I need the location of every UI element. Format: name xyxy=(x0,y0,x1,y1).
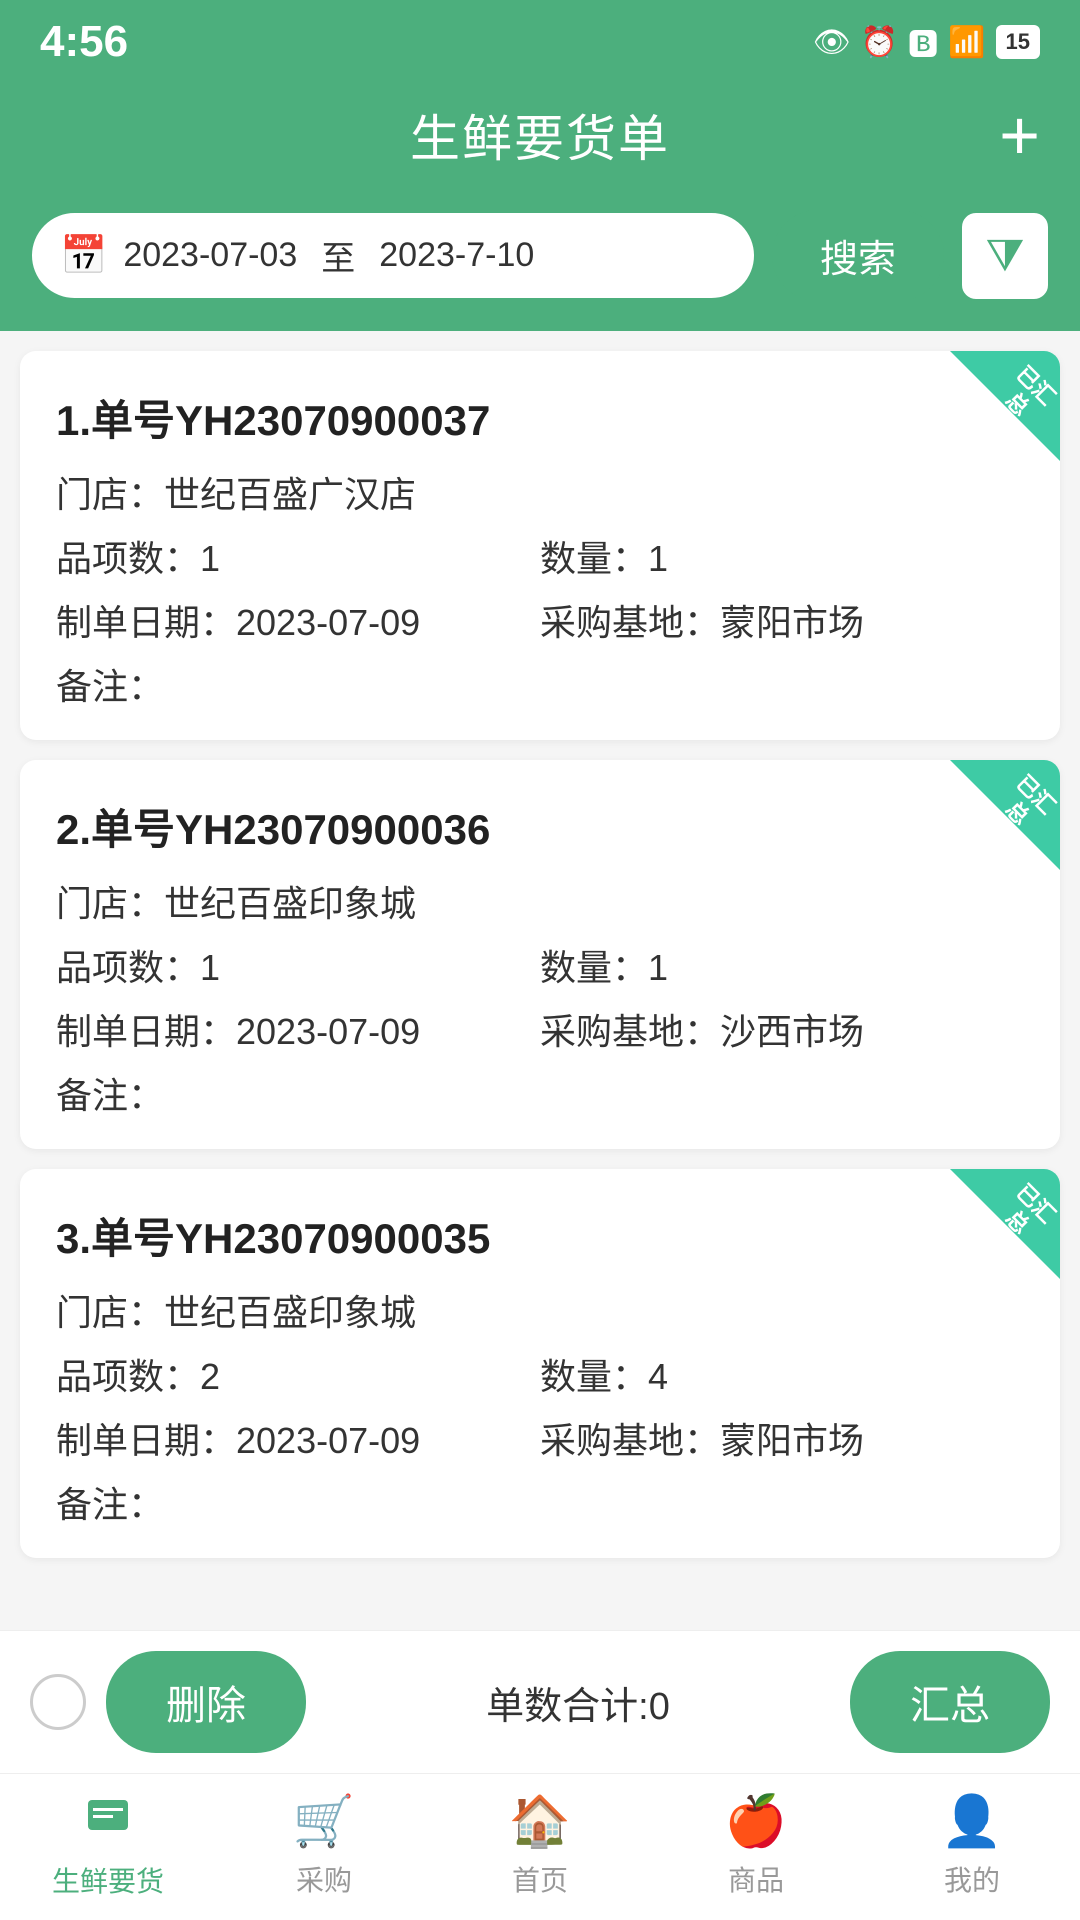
date-2: 制单日期：2023-07-09 xyxy=(56,1003,540,1055)
note-row-3: 备注： xyxy=(56,1476,1024,1528)
badge-text-2: 已汇总 xyxy=(986,765,1060,845)
date-1: 制单日期：2023-07-09 xyxy=(56,594,540,646)
status-bar: 4:56 👁 ⏰ 🅱 📶 15 xyxy=(0,0,1080,80)
store-label-3: 门店： xyxy=(56,1284,164,1336)
store-value-2: 世纪百盛印象城 xyxy=(164,875,416,927)
item-count-1: 品项数：1 xyxy=(56,530,540,582)
bottom-bar: 删除 单数合计:0 汇总 生鲜要货 🛒 采购 🏠 首页 xyxy=(0,1630,1080,1920)
store-value-3: 世纪百盛印象城 xyxy=(164,1284,416,1336)
date-3: 制单日期：2023-07-09 xyxy=(56,1412,540,1464)
tab-goods[interactable]: 🍎 商品 xyxy=(648,1792,864,1899)
order-number-1: 1.单号YH23070900037 xyxy=(56,387,1024,448)
date-separator: 至 xyxy=(321,231,355,280)
battery-indicator: 15 xyxy=(996,25,1040,59)
store-row-1: 门店： 世纪百盛广汉店 xyxy=(56,466,1024,518)
order-card-1[interactable]: 已汇总 1.单号YH23070900037 门店： 世纪百盛广汉店 品项数：1 … xyxy=(20,351,1060,740)
tab-fresh-label: 生鲜要货 xyxy=(52,1860,164,1900)
badge-text-1: 已汇总 xyxy=(986,356,1060,436)
status-icons: 👁 ⏰ 🅱 📶 15 xyxy=(813,20,1040,64)
tab-purchase[interactable]: 🛒 采购 xyxy=(216,1792,432,1899)
bluetooth-icon: 🅱 xyxy=(908,20,938,64)
filter-icon: ⧩ xyxy=(985,231,1024,281)
tab-goods-label: 商品 xyxy=(728,1859,784,1899)
summary-button[interactable]: 汇总 xyxy=(850,1651,1050,1753)
base-1: 采购基地：蒙阳市场 xyxy=(540,594,1024,646)
signal-icon: 📶 xyxy=(948,25,985,60)
order-list: 已汇总 1.单号YH23070900037 门店： 世纪百盛广汉店 品项数：1 … xyxy=(0,331,1080,1758)
eye-icon: 👁 xyxy=(813,25,851,60)
base-3: 采购基地：蒙阳市场 xyxy=(540,1412,1024,1464)
count-qty-row-1: 品项数：1 数量：1 xyxy=(56,530,1024,582)
store-row-2: 门店： 世纪百盛印象城 xyxy=(56,875,1024,927)
fresh-icon xyxy=(83,1790,133,1852)
order-card-3[interactable]: 已汇总 3.单号YH23070900035 门店： 世纪百盛印象城 品项数：2 … xyxy=(20,1169,1060,1558)
add-button[interactable]: + xyxy=(999,100,1040,170)
tab-home-label: 首页 xyxy=(512,1859,568,1899)
tab-mine-label: 我的 xyxy=(944,1859,1000,1899)
item-count-2: 品项数：1 xyxy=(56,939,540,991)
item-count-3: 品项数：2 xyxy=(56,1348,540,1400)
order-number-2: 2.单号YH23070900036 xyxy=(56,796,1024,857)
badge-3: 已汇总 xyxy=(950,1169,1060,1279)
date-base-row-3: 制单日期：2023-07-09 采购基地：蒙阳市场 xyxy=(56,1412,1024,1464)
goods-icon: 🍎 xyxy=(725,1792,787,1851)
store-value-1: 世纪百盛广汉店 xyxy=(164,466,416,518)
date-to: 2023-7-10 xyxy=(379,236,534,275)
date-base-row-1: 制单日期：2023-07-09 采购基地：蒙阳市场 xyxy=(56,594,1024,646)
tab-fresh[interactable]: 生鲜要货 xyxy=(0,1790,216,1900)
delete-button[interactable]: 删除 xyxy=(106,1651,306,1753)
select-all-checkbox[interactable] xyxy=(30,1674,86,1730)
quantity-1: 数量：1 xyxy=(540,530,1024,582)
count-qty-row-3: 品项数：2 数量：4 xyxy=(56,1348,1024,1400)
store-label-1: 门店： xyxy=(56,466,164,518)
mine-icon: 👤 xyxy=(941,1792,1003,1851)
calendar-icon: 📅 xyxy=(60,234,107,278)
header: 生鲜要货单 + xyxy=(0,80,1080,190)
search-button[interactable]: 搜索 xyxy=(772,210,944,301)
status-time: 4:56 xyxy=(40,17,128,67)
tab-mine[interactable]: 👤 我的 xyxy=(864,1792,1080,1899)
base-2: 采购基地：沙西市场 xyxy=(540,1003,1024,1055)
badge-text-3: 已汇总 xyxy=(986,1174,1060,1254)
action-bar: 删除 单数合计:0 汇总 xyxy=(0,1630,1080,1773)
note-row-1: 备注： xyxy=(56,658,1024,710)
count-qty-row-2: 品项数：1 数量：1 xyxy=(56,939,1024,991)
date-base-row-2: 制单日期：2023-07-09 采购基地：沙西市场 xyxy=(56,1003,1024,1055)
date-from: 2023-07-03 xyxy=(123,236,297,275)
tab-home[interactable]: 🏠 首页 xyxy=(432,1792,648,1899)
tab-purchase-label: 采购 xyxy=(296,1859,352,1899)
note-row-2: 备注： xyxy=(56,1067,1024,1119)
purchase-icon: 🛒 xyxy=(293,1792,355,1851)
store-label-2: 门店： xyxy=(56,875,164,927)
filter-button[interactable]: ⧩ xyxy=(960,211,1050,301)
order-card-2[interactable]: 已汇总 2.单号YH23070900036 门店： 世纪百盛印象城 品项数：1 … xyxy=(20,760,1060,1149)
order-number-3: 3.单号YH23070900035 xyxy=(56,1205,1024,1266)
store-row-3: 门店： 世纪百盛印象城 xyxy=(56,1284,1024,1336)
search-bar: 📅 2023-07-03 至 2023-7-10 搜索 ⧩ xyxy=(0,190,1080,331)
badge-2: 已汇总 xyxy=(950,760,1060,870)
tab-bar: 生鲜要货 🛒 采购 🏠 首页 🍎 商品 👤 我的 xyxy=(0,1773,1080,1920)
alarm-icon: ⏰ xyxy=(861,25,898,60)
quantity-3: 数量：4 xyxy=(540,1348,1024,1400)
home-icon: 🏠 xyxy=(509,1792,571,1851)
page-title: 生鲜要货单 xyxy=(410,99,670,171)
order-total: 单数合计:0 xyxy=(326,1675,830,1730)
badge-1: 已汇总 xyxy=(950,351,1060,461)
date-range-box[interactable]: 📅 2023-07-03 至 2023-7-10 xyxy=(30,211,756,300)
quantity-2: 数量：1 xyxy=(540,939,1024,991)
